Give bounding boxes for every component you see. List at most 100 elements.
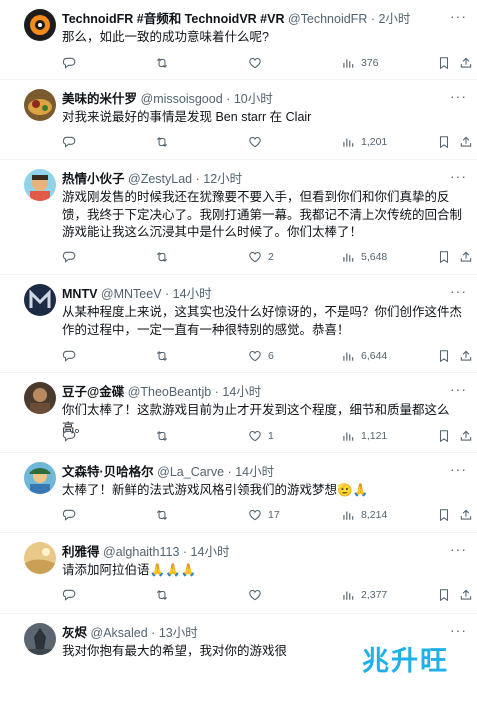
like-button[interactable]: 6 [248, 347, 274, 365]
reply-button[interactable] [62, 54, 82, 72]
reply-button[interactable] [62, 427, 82, 445]
like-button[interactable] [248, 54, 268, 72]
separator: · [214, 385, 219, 399]
retweet-icon [156, 137, 168, 147]
avatar[interactable] [24, 382, 56, 414]
tweet[interactable]: 利雅得 @alghaith113 · 14小时 ··· 请添加阿拉伯语🙏🙏🙏 2… [0, 533, 477, 614]
timestamp[interactable]: 14小时 [173, 287, 212, 301]
share-button[interactable] [459, 586, 473, 604]
retweet-button[interactable] [155, 133, 175, 151]
tweet[interactable]: TechnoidFR #音频和 TechnoidVR #VR @Technoid… [0, 0, 477, 80]
avatar[interactable] [24, 542, 56, 574]
tweet-header: 文森特·贝哈格尔 @La_Carve · 14小时 [62, 463, 467, 481]
separator: · [165, 287, 170, 301]
more-icon[interactable]: ··· [450, 461, 467, 477]
views-button[interactable]: 1,201 [341, 133, 387, 151]
avatar[interactable] [24, 169, 56, 201]
tweet[interactable]: 豆子@金碟 @TheoBeantjb · 14小时 ··· 你们太棒了！这款游戏… [0, 373, 477, 453]
share-button[interactable] [459, 54, 473, 72]
user-handle[interactable]: @TechnoidFR [288, 12, 367, 26]
more-icon[interactable]: ··· [450, 622, 467, 638]
like-button[interactable] [248, 133, 268, 151]
reply-button[interactable] [62, 586, 82, 604]
more-icon[interactable]: ··· [450, 8, 467, 24]
views-icon [343, 511, 354, 520]
reply-button[interactable] [62, 347, 82, 365]
retweet-button[interactable] [155, 586, 175, 604]
bookmark-button[interactable] [437, 133, 451, 151]
user-handle[interactable]: @alghaith113 [103, 545, 179, 559]
timestamp[interactable]: 14小时 [191, 545, 230, 559]
views-button[interactable]: 1,121 [341, 427, 387, 445]
display-name[interactable]: 利雅得 [62, 545, 100, 559]
user-handle[interactable]: @La_Carve [157, 465, 224, 479]
share-icon [460, 350, 472, 361]
share-button[interactable] [459, 427, 473, 445]
display-name[interactable]: 灰烬 [62, 626, 87, 640]
views-button[interactable]: 8,214 [341, 506, 387, 524]
avatar[interactable] [24, 623, 56, 655]
more-icon[interactable]: ··· [450, 541, 467, 557]
views-button[interactable]: 376 [341, 54, 379, 72]
avatar[interactable] [24, 89, 56, 121]
user-handle[interactable]: @MNTeeV [101, 287, 162, 301]
share-button[interactable] [459, 248, 473, 266]
bookmark-button[interactable] [437, 506, 451, 524]
retweet-button[interactable] [155, 427, 175, 445]
retweet-button[interactable] [155, 248, 175, 266]
tweet[interactable]: MNTV @MNTeeV · 14小时 ··· 从某种程度上来说，这其实也没什么… [0, 275, 477, 373]
display-name[interactable]: 文森特·贝哈格尔 [62, 465, 154, 479]
display-name[interactable]: 热情小伙子 [62, 172, 125, 186]
timestamp[interactable]: 14小时 [222, 385, 261, 399]
bookmark-button[interactable] [437, 54, 451, 72]
timestamp[interactable]: 10小时 [234, 92, 273, 106]
tweet[interactable]: 美味的米什罗 @missoisgood · 10小时 ··· 对我来说最好的事情… [0, 80, 477, 160]
reply-button[interactable] [62, 248, 82, 266]
user-handle[interactable]: @missoisgood [141, 92, 223, 106]
timestamp[interactable]: 14小时 [235, 465, 274, 479]
user-handle[interactable]: @Aksaled [91, 626, 148, 640]
avatar[interactable] [24, 9, 56, 41]
views-button[interactable]: 5,648 [341, 248, 387, 266]
display-name[interactable]: TechnoidFR #音频和 TechnoidVR #VR [62, 12, 284, 26]
like-button[interactable] [248, 586, 268, 604]
more-icon[interactable]: ··· [450, 88, 467, 104]
share-button[interactable] [459, 506, 473, 524]
avatar[interactable] [24, 462, 56, 494]
bookmark-button[interactable] [437, 427, 451, 445]
reply-button[interactable] [62, 133, 82, 151]
bookmark-button[interactable] [437, 586, 451, 604]
timestamp[interactable]: 12小时 [203, 172, 242, 186]
like-button[interactable]: 17 [248, 506, 280, 524]
user-handle[interactable]: @ZestyLad [128, 172, 192, 186]
bookmark-button[interactable] [437, 347, 451, 365]
more-icon[interactable]: ··· [450, 283, 467, 299]
share-button[interactable] [459, 347, 473, 365]
like-button[interactable]: 2 [248, 248, 274, 266]
tweet[interactable]: 文森特·贝哈格尔 @La_Carve · 14小时 ··· 太棒了！新鲜的法式游… [0, 453, 477, 533]
more-icon[interactable]: ··· [450, 168, 467, 184]
like-count: 6 [268, 350, 274, 362]
tweet-actions: 2,377 [62, 586, 473, 604]
timestamp[interactable]: 13小时 [159, 626, 198, 640]
share-button[interactable] [459, 133, 473, 151]
tweet[interactable]: 热情小伙子 @ZestyLad · 12小时 ··· 游戏刚发售的时候我还在犹豫… [0, 160, 477, 275]
like-button[interactable]: 1 [248, 427, 274, 445]
display-name[interactable]: 豆子@金碟 [62, 385, 124, 399]
timeline-feed: TechnoidFR #音频和 TechnoidVR #VR @Technoid… [0, 0, 477, 704]
share-icon [460, 57, 472, 68]
views-button[interactable]: 2,377 [341, 586, 387, 604]
more-icon[interactable]: ··· [450, 381, 467, 397]
retweet-button[interactable] [155, 54, 175, 72]
bookmark-button[interactable] [437, 248, 451, 266]
retweet-button[interactable] [155, 506, 175, 524]
display-name[interactable]: 美味的米什罗 [62, 92, 137, 106]
tweet-text: 太棒了！新鲜的法式游戏风格引领我们的游戏梦想🫡🙏 [62, 483, 369, 497]
user-handle[interactable]: @TheoBeantjb [128, 385, 212, 399]
reply-button[interactable] [62, 506, 82, 524]
avatar[interactable] [24, 284, 56, 316]
timestamp[interactable]: 2小时 [378, 12, 410, 26]
retweet-button[interactable] [155, 347, 175, 365]
views-button[interactable]: 6,644 [341, 347, 387, 365]
display-name[interactable]: MNTV [62, 287, 97, 301]
